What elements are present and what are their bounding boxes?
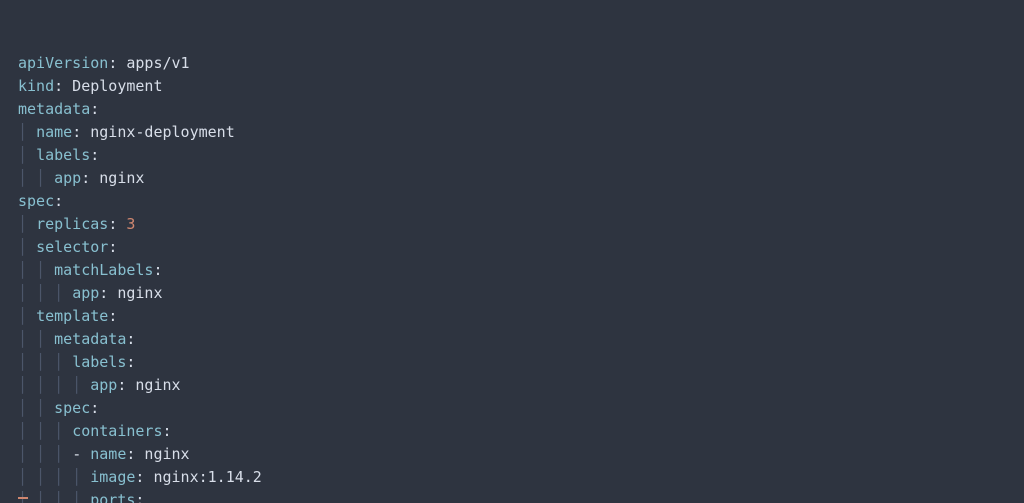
code-token: containers bbox=[72, 422, 162, 440]
code-token: image bbox=[90, 468, 135, 486]
code-line[interactable]: │ │ │ - name: nginx bbox=[18, 443, 1024, 466]
code-line[interactable]: │ selector: bbox=[18, 236, 1024, 259]
code-editor[interactable]: apiVersion: apps/v1kind: Deploymentmetad… bbox=[0, 0, 1024, 503]
code-token: : bbox=[108, 307, 117, 325]
code-token: : bbox=[153, 261, 162, 279]
code-token: : nginx:1.14.2 bbox=[135, 468, 261, 486]
code-token: ports bbox=[90, 491, 135, 503]
code-token: : bbox=[90, 100, 99, 118]
code-token: : bbox=[108, 238, 117, 256]
code-line[interactable]: │ │ │ labels: bbox=[18, 351, 1024, 374]
code-token: app bbox=[72, 284, 99, 302]
code-token: : bbox=[90, 399, 99, 417]
code-token: template bbox=[36, 307, 108, 325]
code-token: │ bbox=[18, 307, 36, 325]
code-token: : nginx bbox=[81, 169, 144, 187]
code-token: app bbox=[90, 376, 117, 394]
code-line[interactable]: kind: Deployment bbox=[18, 75, 1024, 98]
code-token: apiVersion bbox=[18, 54, 108, 72]
code-token: metadata bbox=[18, 100, 90, 118]
code-token: name bbox=[36, 123, 72, 141]
cursor-indicator bbox=[18, 497, 28, 499]
code-token: : Deployment bbox=[54, 77, 162, 95]
code-token: │ │ │ bbox=[18, 422, 72, 440]
code-token: metadata bbox=[54, 330, 126, 348]
code-line[interactable]: │ │ matchLabels: bbox=[18, 259, 1024, 282]
code-token: : bbox=[126, 330, 135, 348]
code-token: labels bbox=[36, 146, 90, 164]
code-token: - bbox=[72, 445, 90, 463]
code-block: apiVersion: apps/v1kind: Deploymentmetad… bbox=[18, 52, 1024, 503]
code-line[interactable]: spec: bbox=[18, 190, 1024, 213]
code-token: │ │ bbox=[18, 399, 54, 417]
code-line[interactable]: │ │ │ app: nginx bbox=[18, 282, 1024, 305]
code-token: │ │ bbox=[18, 330, 54, 348]
code-token: │ │ bbox=[18, 169, 54, 187]
code-token: selector bbox=[36, 238, 108, 256]
code-line[interactable]: │ labels: bbox=[18, 144, 1024, 167]
code-token: │ bbox=[18, 238, 36, 256]
code-line[interactable]: │ │ │ containers: bbox=[18, 420, 1024, 443]
code-token: : apps/v1 bbox=[108, 54, 189, 72]
code-token: labels bbox=[72, 353, 126, 371]
code-token: │ │ │ │ bbox=[18, 491, 90, 503]
code-token: : bbox=[108, 215, 126, 233]
code-token: │ │ │ │ bbox=[18, 376, 90, 394]
code-line[interactable]: │ replicas: 3 bbox=[18, 213, 1024, 236]
code-token: kind bbox=[18, 77, 54, 95]
code-token: spec bbox=[54, 399, 90, 417]
code-line[interactable]: │ template: bbox=[18, 305, 1024, 328]
code-line[interactable]: │ │ │ │ image: nginx:1.14.2 bbox=[18, 466, 1024, 489]
code-token: app bbox=[54, 169, 81, 187]
code-token: : bbox=[54, 192, 63, 210]
code-token: : bbox=[163, 422, 172, 440]
code-line[interactable]: │ │ │ │ ports: bbox=[18, 489, 1024, 503]
code-token: │ bbox=[18, 123, 36, 141]
code-line[interactable]: │ │ app: nginx bbox=[18, 167, 1024, 190]
code-token: : nginx-deployment bbox=[72, 123, 235, 141]
code-token: │ │ bbox=[18, 261, 54, 279]
code-token: : nginx bbox=[126, 445, 189, 463]
code-token: │ │ │ bbox=[18, 353, 72, 371]
code-token: matchLabels bbox=[54, 261, 153, 279]
code-token: : nginx bbox=[117, 376, 180, 394]
code-token: replicas bbox=[36, 215, 108, 233]
code-token: : nginx bbox=[99, 284, 162, 302]
code-token: : bbox=[135, 491, 144, 503]
code-line[interactable]: apiVersion: apps/v1 bbox=[18, 52, 1024, 75]
code-token: │ bbox=[18, 215, 36, 233]
code-token: name bbox=[90, 445, 126, 463]
code-token: │ bbox=[18, 146, 36, 164]
code-token: │ │ │ │ bbox=[18, 468, 90, 486]
code-token: : bbox=[126, 353, 135, 371]
code-token: │ │ │ bbox=[18, 284, 72, 302]
code-token: spec bbox=[18, 192, 54, 210]
code-line[interactable]: │ name: nginx-deployment bbox=[18, 121, 1024, 144]
code-token: │ │ │ bbox=[18, 445, 72, 463]
code-line[interactable]: │ │ │ │ app: nginx bbox=[18, 374, 1024, 397]
code-token: 3 bbox=[126, 215, 135, 233]
code-token: : bbox=[90, 146, 99, 164]
code-line[interactable]: metadata: bbox=[18, 98, 1024, 121]
code-line[interactable]: │ │ metadata: bbox=[18, 328, 1024, 351]
code-line[interactable]: │ │ spec: bbox=[18, 397, 1024, 420]
